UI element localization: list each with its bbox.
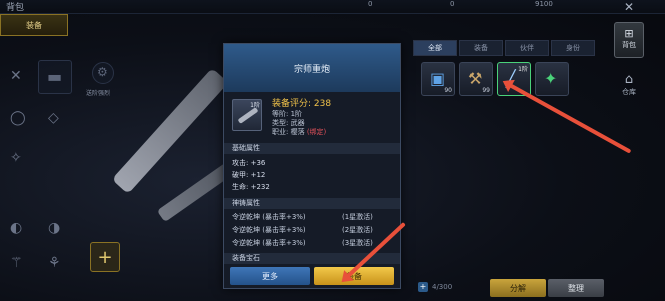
storage-button[interactable]: ⌂ 仓库 [612, 72, 646, 97]
item-count: 90 [444, 87, 452, 94]
upgrade-icon: ⚙ [97, 65, 108, 79]
stat-hp: 生命: +232 [232, 183, 270, 191]
bag-button[interactable]: ⊞ 背包 [614, 22, 644, 58]
base-attr-title: 基础属性 [224, 143, 400, 154]
forge-row: 令逆乾坤 (暴击率+3%) (2星激活) [232, 225, 392, 235]
helmet-icon[interactable]: ⚘ [48, 255, 61, 271]
tab-all[interactable]: 全部 [413, 40, 457, 56]
item-info: 1阶 装备评分: 238 等阶: 1阶 类型: 武器 职业: 樱落 (绑定) [232, 96, 394, 136]
weapon-slot[interactable]: ▬ [38, 60, 72, 94]
resource-value-3: 9100 [535, 0, 553, 8]
crossed-swords-icon[interactable]: ✕ [10, 68, 22, 84]
resource-value-2: 0 [450, 0, 455, 8]
tab-equipment[interactable]: 装备 [0, 14, 68, 36]
split-button[interactable]: 分解 [490, 279, 546, 297]
stat-attack: 攻击: +36 [232, 159, 266, 167]
belt-icon[interactable]: ⚚ [10, 255, 23, 271]
stat-armor-break: 破甲: +12 [232, 171, 266, 179]
forge-row: 令逆乾坤 (暴击率+3%) (1星激活) [232, 212, 392, 222]
tab-partner[interactable]: 伙伴 [505, 40, 549, 56]
top-resource-bar: 背包 0 0 9100 [0, 0, 665, 14]
close-button[interactable]: ✕ [618, 0, 640, 14]
bound-tag: (绑定) [306, 128, 327, 136]
forge-text: 令逆乾坤 (暴击率+3%) [232, 213, 306, 221]
expand-capacity-button[interactable]: + [418, 282, 428, 292]
cannon-icon [237, 107, 259, 124]
forge-level: (2星激活) [342, 226, 373, 234]
category-tabs: 全部 装备 伙伴 身份 [413, 40, 597, 56]
popup-footer: 更多 装备 [224, 264, 400, 288]
forge-level: (1星激活) [342, 213, 373, 221]
storage-label: 仓库 [622, 88, 636, 96]
wing-icon[interactable]: ◑ [48, 220, 60, 236]
forge-level: (3星激活) [342, 239, 373, 247]
gift-box-icon: ▣ [430, 69, 446, 88]
item-count: 99 [482, 87, 490, 94]
forge-attr-title: 神铸属性 [224, 198, 400, 209]
capacity-text: 4/300 [432, 283, 453, 291]
wrench-icon: ⚒ [468, 69, 483, 88]
slot-upgrade-button[interactable]: ⚙ [92, 62, 114, 84]
equipment-score: 装备评分: 238 [272, 99, 332, 109]
tab-identity[interactable]: 身份 [551, 40, 595, 56]
item-grid: ▣ 90 ⚒ 99 1阶 ╱ ✦ [421, 62, 573, 96]
resource-value-1: 0 [368, 0, 373, 8]
green-gun-icon: ✦ [544, 69, 558, 88]
boot-icon[interactable]: ◐ [10, 220, 22, 236]
add-slot-button[interactable]: + [90, 242, 120, 272]
home-icon: ⌂ [624, 72, 634, 87]
popup-title: 宗师重炮 [224, 44, 400, 92]
rifle-slot-icon: ▬ [47, 67, 63, 86]
inventory-item[interactable]: ✦ [535, 62, 569, 96]
inventory-panel: 全部 装备 伙伴 身份 ▣ 90 ⚒ 99 1阶 ╱ ✦ [405, 38, 610, 278]
glove-icon[interactable]: ✧ [10, 150, 22, 166]
forge-text: 令逆乾坤 (暴击率+3%) [232, 239, 306, 247]
bag-title: 背包 [6, 3, 25, 13]
job-label: 职业: 樱落 [272, 128, 307, 136]
ring-icon[interactable]: ◯ [10, 110, 26, 126]
item-job: 职业: 樱落 (绑定) [272, 127, 326, 137]
item-level-badge: 1阶 [518, 66, 528, 73]
forge-row: 令逆乾坤 (暴击率+3%) (3星激活) [232, 238, 392, 248]
sort-button[interactable]: 整理 [548, 279, 604, 297]
tab-equip[interactable]: 装备 [459, 40, 503, 56]
forge-text: 令逆乾坤 (暴击率+3%) [232, 226, 306, 234]
item-thumbnail: 1阶 [232, 99, 262, 131]
inventory-item[interactable]: ⚒ 99 [459, 62, 493, 96]
armor-icon[interactable]: ◇ [48, 110, 59, 126]
more-button[interactable]: 更多 [230, 267, 310, 285]
bag-button-label: 背包 [622, 41, 636, 49]
inventory-item[interactable]: ▣ 90 [421, 62, 455, 96]
backpack-icon: ⊞ [624, 27, 634, 40]
slot-label: 送阶强烈 [86, 90, 111, 97]
